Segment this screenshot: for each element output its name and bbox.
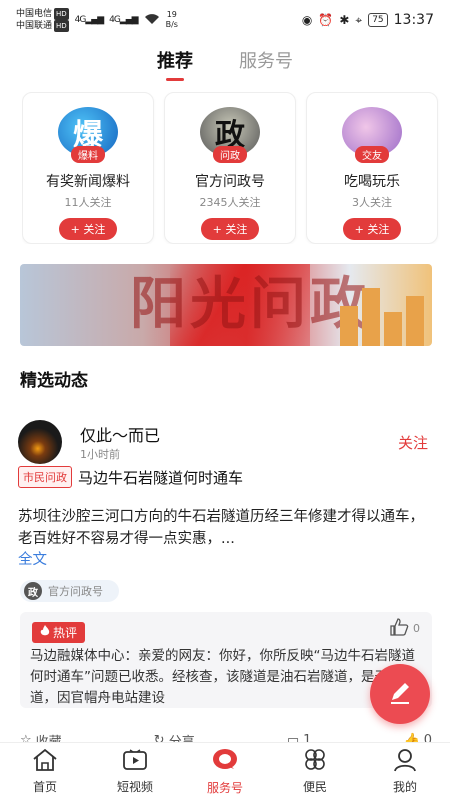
status-right: ◉ ⏰ ✱ ⌖ 75 13:37 bbox=[302, 12, 434, 28]
nav-label: 短视频 bbox=[116, 780, 153, 794]
clover-icon bbox=[301, 748, 329, 776]
account-card-news-tips[interactable]: 爆 爆料 有奖新闻爆料 11人关注 + 关注 bbox=[22, 92, 154, 244]
promo-banner[interactable]: 阳光问政 bbox=[20, 264, 432, 346]
eye-icon: ◉ bbox=[301, 13, 313, 27]
source-icon: 政 bbox=[24, 582, 42, 600]
bottom-nav: 首页 短视频 服务号 便民 我的 bbox=[0, 742, 450, 800]
follow-button[interactable]: + 关注 bbox=[58, 218, 118, 240]
post-body[interactable]: 苏坝往沙腔三河口方向的牛石岩隧道历经三年修建才得以通车，老百姓好不容易才得一点实… bbox=[18, 506, 434, 550]
source-badge[interactable]: 政 官方问政号 bbox=[20, 580, 119, 602]
card-follower-count: 2345人关注 bbox=[199, 196, 261, 209]
follow-button[interactable]: 关注 bbox=[398, 432, 428, 453]
battery-icon: 75 bbox=[368, 13, 388, 27]
card-tag: 交友 bbox=[355, 146, 389, 163]
post-topic: 市民问政 马边牛石岩隧道何时通车 bbox=[18, 466, 243, 488]
user-icon bbox=[391, 748, 419, 776]
wifi-icon bbox=[144, 13, 160, 28]
avatar: 交友 bbox=[342, 107, 402, 167]
clock: 13:37 bbox=[393, 12, 434, 28]
hot-comment-badge: 热评 bbox=[32, 622, 86, 643]
nav-label: 便民 bbox=[302, 780, 327, 794]
follow-button[interactable]: + 关注 bbox=[342, 218, 402, 240]
account-cards: 爆 爆料 有奖新闻爆料 11人关注 + 关注 政 问政 官方问政号 2345人关… bbox=[22, 92, 450, 244]
nav-label: 我的 bbox=[392, 780, 417, 794]
card-follower-count: 3人关注 bbox=[352, 196, 392, 209]
compose-button[interactable] bbox=[370, 664, 430, 724]
home-icon bbox=[31, 748, 59, 776]
signal-icon-2: 4G▂▄▆ bbox=[109, 15, 138, 25]
carrier-2: 中国联通 HD bbox=[16, 20, 69, 32]
hot-comment-author: 马边融媒体中心： bbox=[30, 648, 138, 664]
card-name: 官方问政号 bbox=[195, 174, 265, 190]
read-more-link[interactable]: 全文 bbox=[18, 548, 47, 569]
avatar: 政 问政 bbox=[200, 107, 260, 167]
account-card-food-fun[interactable]: 交友 吃喝玩乐 3人关注 + 关注 bbox=[306, 92, 438, 244]
thumbs-up-icon bbox=[389, 618, 409, 639]
location-icon: ⌖ bbox=[355, 12, 363, 27]
card-name: 吃喝玩乐 bbox=[344, 174, 400, 190]
status-bar: 中国电信 HD 中国联通 HD 4G▂▄▆ 4G▂▄▆ 19 B/s ◉ ⏰ ✱ ⌖… bbox=[0, 0, 450, 40]
nav-label: 服务号 bbox=[206, 781, 243, 795]
hot-comment-label: 热评 bbox=[53, 626, 78, 640]
topic-tag[interactable]: 市民问政 bbox=[18, 466, 72, 488]
card-follower-count: 11人关注 bbox=[64, 196, 112, 209]
nav-label: 首页 bbox=[32, 780, 57, 794]
nav-short-video[interactable]: 短视频 bbox=[100, 748, 170, 795]
carrier-1: 中国电信 HD bbox=[16, 8, 69, 20]
section-title: 精选动态 bbox=[20, 371, 88, 391]
topic-title[interactable]: 马边牛石岩隧道何时通车 bbox=[78, 467, 243, 488]
source-name: 官方问政号 bbox=[48, 585, 103, 598]
tab-service-accounts[interactable]: 服务号 bbox=[239, 47, 293, 73]
banner-building bbox=[340, 306, 358, 346]
card-tag: 爆料 bbox=[71, 146, 105, 163]
post-author[interactable]: 仅此～而已 bbox=[80, 422, 160, 446]
carrier-list: 中国电信 HD 中国联通 HD bbox=[16, 8, 69, 32]
nav-service[interactable]: 服务号 bbox=[190, 747, 260, 796]
post-header: 仅此～而已 1小时前 关注 bbox=[18, 420, 432, 464]
hot-comment-text: 马边融媒体中心：亲爱的网友：你好，你所反映“马边牛石岩隧道何时通车”问题已收悉。… bbox=[30, 646, 424, 709]
hot-comment-like[interactable]: 0 bbox=[389, 618, 420, 639]
nav-home[interactable]: 首页 bbox=[10, 748, 80, 795]
alarm-icon: ⏰ bbox=[318, 13, 334, 27]
card-tag: 问政 bbox=[213, 146, 247, 163]
hot-comment-like-count: 0 bbox=[413, 622, 420, 635]
avatar: 爆 爆料 bbox=[58, 107, 118, 167]
status-left: 中国电信 HD 中国联通 HD 4G▂▄▆ 4G▂▄▆ 19 B/s bbox=[16, 8, 178, 32]
nav-convenience[interactable]: 便民 bbox=[280, 748, 350, 795]
banner-building bbox=[384, 312, 402, 346]
card-name: 有奖新闻爆料 bbox=[46, 174, 130, 190]
banner-building bbox=[406, 296, 424, 346]
bluetooth-icon: ✱ bbox=[339, 13, 350, 27]
network-speed: 19 B/s bbox=[165, 10, 178, 29]
pencil-icon bbox=[387, 679, 413, 709]
flame-icon bbox=[40, 625, 50, 640]
banner-graphic: 阳光问政 bbox=[130, 272, 370, 337]
account-card-official[interactable]: 政 问政 官方问政号 2345人关注 + 关注 bbox=[164, 92, 296, 244]
banner-building bbox=[362, 288, 380, 346]
service-icon bbox=[210, 747, 240, 777]
follow-button[interactable]: + 关注 bbox=[200, 218, 260, 240]
signal-icon: 4G▂▄▆ bbox=[74, 15, 104, 25]
nav-profile[interactable]: 我的 bbox=[370, 748, 440, 795]
video-icon bbox=[121, 748, 149, 776]
tab-recommend[interactable]: 推荐 bbox=[157, 47, 193, 81]
post-time: 1小时前 bbox=[80, 448, 120, 461]
avatar[interactable] bbox=[18, 420, 62, 464]
top-tabs: 推荐 服务号 bbox=[0, 40, 450, 81]
